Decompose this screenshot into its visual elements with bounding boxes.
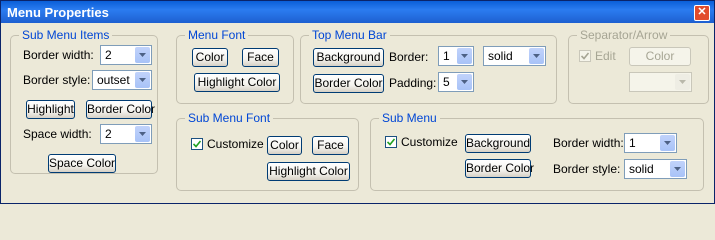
sub-menu-font-color-button[interactable]: Color	[267, 136, 302, 155]
sub-menu-border-style-value: solid	[629, 162, 654, 176]
chevron-down-icon	[457, 48, 472, 64]
chevron-down-icon	[675, 74, 690, 90]
sub-menu-items-legend: Sub Menu Items	[19, 28, 113, 42]
window-title: Menu Properties	[7, 5, 109, 20]
chevron-down-icon	[135, 47, 150, 63]
space-width-value: 2	[105, 127, 112, 141]
space-width-label: Space width:	[23, 127, 92, 141]
top-menu-border-label: Border:	[389, 50, 429, 64]
border-style-label: Border style:	[23, 73, 91, 87]
sub-menu-font-legend: Sub Menu Font	[185, 111, 274, 125]
sub-menu-items-group: Sub Menu Items Border width: 2 Border st…	[10, 28, 158, 174]
sub-menu-font-highlight-color-button[interactable]: Highlight Color	[267, 162, 350, 181]
chevron-down-icon	[457, 74, 472, 90]
top-menu-border-select[interactable]: 1	[438, 46, 474, 66]
separator-edit-checkbox[interactable]	[579, 50, 591, 62]
title-bar[interactable]: Menu Properties ✕	[1, 1, 714, 23]
border-style-value: outset	[97, 73, 130, 87]
sub-menu-customize-label: Customize	[401, 135, 458, 149]
chevron-down-icon	[135, 126, 150, 142]
border-color-button[interactable]: Border Color	[86, 100, 155, 119]
sub-menu-font-customize-checkbox[interactable]	[191, 138, 203, 150]
sub-menu-border-width-label: Border width:	[553, 136, 624, 150]
separator-select[interactable]	[629, 72, 692, 92]
sub-menu-border-width-select[interactable]: 1	[624, 133, 677, 153]
border-width-value: 2	[105, 48, 112, 62]
menu-font-legend: Menu Font	[185, 28, 249, 42]
sub-menu-legend: Sub Menu	[379, 111, 440, 125]
top-menu-padding-value: 5	[443, 75, 450, 89]
separator-edit-label: Edit	[595, 49, 616, 63]
menu-properties-window: Menu Properties ✕ Sub Menu Items Border …	[0, 0, 715, 204]
top-menu-background-button[interactable]: Background	[313, 48, 384, 67]
top-menu-border-value: 1	[443, 49, 450, 63]
chevron-down-icon	[529, 48, 544, 64]
sub-menu-font-group: Sub Menu Font Customize Color Face Highl…	[176, 111, 359, 191]
chevron-down-icon	[660, 135, 675, 151]
top-menu-padding-label: Padding:	[389, 76, 437, 90]
top-menu-bar-legend: Top Menu Bar	[309, 28, 390, 42]
sub-menu-customize-checkbox[interactable]	[385, 136, 397, 148]
close-icon[interactable]: ✕	[694, 5, 710, 21]
sub-menu-border-width-value: 1	[629, 136, 636, 150]
top-menu-bar-group: Top Menu Bar Background Border: 1 solid …	[300, 28, 557, 104]
menu-font-group: Menu Font Color Face Highlight Color	[176, 28, 294, 104]
separator-arrow-legend: Separator/Arrow	[577, 28, 671, 42]
sub-menu-border-color-button[interactable]: Border Color	[465, 159, 534, 178]
separator-arrow-group: Separator/Arrow Edit Color	[568, 28, 709, 104]
sub-menu-font-face-button[interactable]: Face	[312, 136, 349, 155]
top-menu-padding-select[interactable]: 5	[438, 72, 474, 92]
border-width-label: Border width:	[23, 48, 94, 62]
menu-font-face-button[interactable]: Face	[242, 48, 279, 67]
chevron-down-icon	[670, 161, 685, 177]
sub-menu-border-style-select[interactable]: solid	[624, 159, 687, 179]
border-style-select[interactable]: outset	[92, 70, 152, 90]
chevron-down-icon	[135, 72, 150, 88]
top-menu-border-color-button[interactable]: Border Color	[313, 74, 384, 93]
menu-font-highlight-color-button[interactable]: Highlight Color	[194, 73, 280, 92]
menu-font-color-button[interactable]: Color	[192, 48, 228, 67]
space-color-button[interactable]: Space Color	[48, 154, 116, 173]
space-width-select[interactable]: 2	[100, 124, 152, 144]
sub-menu-background-button[interactable]: Background	[465, 134, 531, 153]
sub-menu-border-style-label: Border style:	[553, 162, 621, 176]
sub-menu-font-customize-label: Customize	[207, 137, 264, 151]
top-menu-border-style-select[interactable]: solid	[483, 46, 546, 66]
border-width-select[interactable]: 2	[100, 45, 152, 65]
top-menu-border-style-value: solid	[488, 49, 513, 63]
separator-color-button[interactable]: Color	[629, 47, 691, 66]
highlight-button[interactable]: Highlight	[26, 100, 75, 119]
sub-menu-group: Sub Menu Customize Background Border wid…	[370, 111, 704, 191]
